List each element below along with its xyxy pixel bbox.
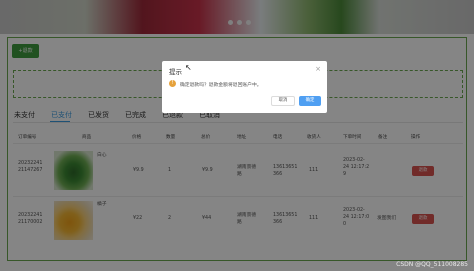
- warning-icon: !: [169, 80, 176, 87]
- close-icon[interactable]: ×: [315, 65, 321, 73]
- confirm-button[interactable]: 确定: [299, 96, 321, 106]
- mouse-cursor-icon: ↖: [185, 63, 192, 72]
- watermark: CSDN @QQ_511008285: [396, 261, 468, 268]
- cancel-button[interactable]: 取消: [271, 96, 295, 106]
- dialog-message: 确定退款吗？退款金额将退回账户中。: [180, 83, 262, 88]
- modal-overlay[interactable]: [0, 0, 474, 271]
- dialog-title: 提示: [169, 68, 182, 76]
